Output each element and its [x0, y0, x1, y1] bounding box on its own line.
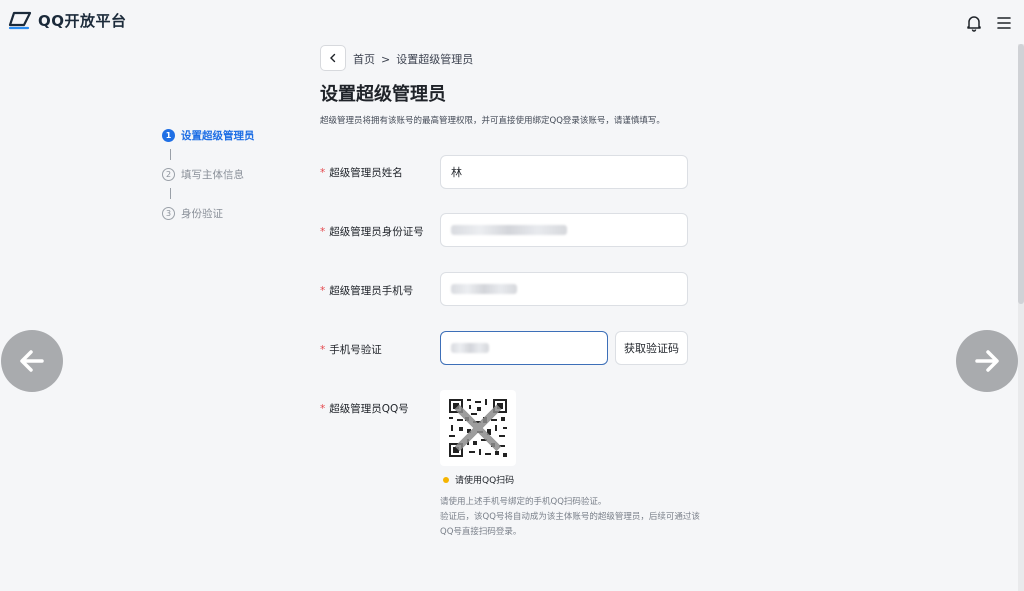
menu-icon[interactable] — [995, 14, 1013, 32]
back-button[interactable] — [320, 45, 346, 71]
breadcrumb-current: 设置超级管理员 — [396, 53, 474, 66]
required-mark: * — [320, 285, 326, 297]
required-mark: * — [320, 403, 326, 415]
page-title: 设置超级管理员 — [320, 84, 446, 105]
required-mark: * — [320, 344, 326, 356]
arrow-right-icon — [975, 350, 999, 372]
sms-code-field[interactable] — [440, 331, 608, 365]
required-mark: * — [320, 226, 326, 238]
arrow-left-icon — [20, 350, 44, 372]
step-number: 1 — [162, 128, 175, 142]
redacted-value — [451, 284, 517, 294]
breadcrumb-home[interactable]: 首页 — [353, 51, 375, 67]
step-label: 身份验证 — [181, 207, 223, 220]
logo[interactable]: QQ开放平台 — [8, 10, 127, 31]
id-number-field[interactable] — [440, 213, 688, 247]
scrollbar-thumb[interactable] — [1018, 44, 1024, 304]
name-label: * 超级管理员姓名 — [320, 167, 403, 179]
id-number-label: * 超级管理员身份证号 — [320, 226, 424, 238]
bell-icon[interactable] — [965, 14, 983, 32]
step-connector — [170, 149, 171, 160]
get-code-button[interactable]: 获取验证码 — [615, 331, 688, 365]
scrollbar[interactable] — [1018, 44, 1024, 591]
step-label: 设置超级管理员 — [181, 129, 255, 142]
qr-code-image — [447, 397, 509, 459]
step-2: 2 填写主体信息 — [162, 166, 255, 182]
qq-label: * 超级管理员QQ号 — [320, 403, 409, 415]
redacted-value — [451, 343, 489, 353]
next-arrow-button[interactable] — [956, 330, 1018, 392]
step-connector — [170, 188, 171, 199]
breadcrumb: 首页 > 设置超级管理员 — [353, 51, 473, 67]
sms-code-label: * 手机号验证 — [320, 344, 382, 356]
logo-icon — [8, 11, 32, 29]
step-1: 1 设置超级管理员 — [162, 127, 255, 143]
top-header: QQ开放平台 — [0, 0, 1024, 44]
step-number: 3 — [162, 206, 175, 220]
status-dot-icon — [443, 476, 449, 483]
qr-help-line-1: 请使用上述手机号绑定的手机QQ扫码验证。 — [440, 497, 607, 507]
step-3: 3 身份验证 — [162, 205, 255, 221]
name-value: 林 — [451, 166, 462, 179]
required-mark: * — [320, 167, 326, 179]
redacted-value — [451, 225, 567, 235]
step-indicator: 1 设置超级管理员 2 填写主体信息 3 身份验证 — [162, 127, 255, 221]
qr-help-text: 请使用上述手机号绑定的手机QQ扫码验证。 验证后，该QQ号将自动成为该主体账号的… — [440, 495, 700, 540]
step-label: 填写主体信息 — [181, 168, 244, 181]
chevron-left-icon — [330, 53, 336, 63]
qr-status-text: 请使用QQ扫码 — [455, 476, 515, 486]
qr-code[interactable] — [440, 390, 516, 466]
phone-field[interactable] — [440, 272, 688, 306]
page-description: 超级管理员将拥有该账号的最高管理权限，并可直接使用绑定QQ登录该账号，请谨慎填写… — [320, 116, 665, 126]
phone-label: * 超级管理员手机号 — [320, 285, 414, 297]
qr-help-line-2: 验证后，该QQ号将自动成为该主体账号的超级管理员，后续可通过该QQ号直接扫码登录… — [440, 512, 700, 537]
name-field[interactable]: 林 — [440, 155, 688, 189]
step-number: 2 — [162, 167, 175, 181]
qr-status: 请使用QQ扫码 — [443, 473, 514, 486]
previous-arrow-button[interactable] — [1, 330, 63, 392]
breadcrumb-separator: > — [381, 52, 391, 66]
logo-text: QQ开放平台 — [38, 12, 127, 30]
